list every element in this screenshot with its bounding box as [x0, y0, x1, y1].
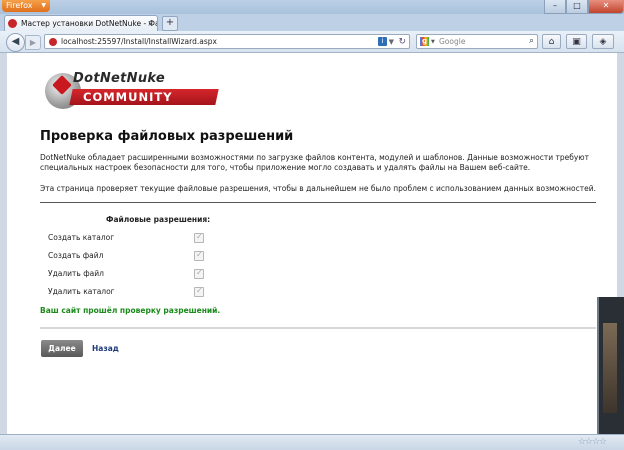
divider	[40, 202, 596, 203]
search-engine-dropdown-icon[interactable]: ▼	[431, 35, 435, 49]
maximize-icon[interactable]: □	[566, 0, 588, 14]
wizard-content: Проверка файловых разрешений DotNetNuke …	[40, 129, 598, 357]
dnn-favicon-icon	[8, 19, 17, 28]
new-tab-button[interactable]: +	[162, 16, 178, 31]
close-tab-icon[interactable]: ×	[147, 16, 154, 31]
tab-strip: Мастер установки DotNetNuke - Файл… × +	[0, 14, 624, 31]
feed-button[interactable]: ▣	[566, 34, 587, 49]
side-window-thumbnail	[597, 297, 624, 437]
permission-label: Удалить каталог	[48, 287, 115, 296]
firefox-menu-button[interactable]: Firefox ▼	[2, 0, 50, 12]
logo-wordmark: DotNetNuke	[73, 71, 165, 86]
window-titlebar: Firefox ▼ – □ ✕	[0, 0, 624, 14]
addon-button[interactable]: ◈	[592, 34, 614, 49]
permission-checkbox	[194, 231, 204, 243]
back-button[interactable]: ◀	[6, 33, 25, 52]
site-identity-icon[interactable]	[49, 38, 57, 46]
page-viewport: DotNetNuke COMMUNITY Проверка файловых р…	[7, 53, 617, 434]
url-text[interactable]: localhost:25597/Install/InstallWizard.as…	[61, 35, 217, 49]
tab-title: Мастер установки DotNetNuke - Файл…	[21, 19, 157, 28]
close-window-icon[interactable]: ✕	[588, 0, 624, 14]
dotnetnuke-logo: DotNetNuke COMMUNITY	[45, 69, 219, 113]
permissions-heading: Файловые разрешения:	[106, 215, 211, 224]
permission-label: Создать каталог	[48, 233, 115, 242]
address-bar[interactable]: localhost:25597/Install/InstallWizard.as…	[44, 34, 410, 49]
firefox-menu-label: Firefox	[6, 1, 33, 10]
search-icon[interactable]: ⌕	[529, 35, 534, 48]
permission-checkbox	[194, 249, 204, 261]
next-button[interactable]: Далее	[41, 340, 83, 357]
home-button[interactable]: ⌂	[542, 34, 561, 49]
status-bar: ☆☆☆☆	[0, 434, 624, 450]
permission-label: Создать файл	[48, 251, 104, 260]
permission-checkbox	[194, 267, 204, 279]
window-controls: – □ ✕	[544, 0, 624, 14]
google-icon[interactable]: g	[420, 37, 429, 46]
back-link[interactable]: Назад	[92, 344, 119, 353]
search-box[interactable]: g ▼ Google ⌕	[416, 34, 538, 49]
navigation-toolbar: ◀ ▶ localhost:25597/Install/InstallWizar…	[0, 31, 624, 53]
reload-icon[interactable]: ↻	[398, 35, 406, 49]
intro-paragraph: DotNetNuke обладает расширенными возможн…	[40, 153, 589, 172]
history-dropdown-icon[interactable]: ▼	[389, 35, 394, 49]
tab-install-wizard[interactable]: Мастер установки DotNetNuke - Файл… ×	[4, 15, 158, 31]
permission-row: Удалить файл	[48, 267, 204, 280]
logo-community-text: COMMUNITY	[83, 90, 173, 104]
success-message: Ваш сайт прошёл проверку разрешений.	[40, 306, 221, 315]
status-addon-icon: ☆☆☆☆	[577, 437, 607, 447]
permission-checkbox	[194, 285, 204, 297]
info-icon[interactable]: i	[378, 37, 387, 46]
permission-row: Создать каталог	[48, 231, 204, 244]
page-title: Проверка файловых разрешений	[40, 129, 294, 144]
permission-row: Создать файл	[48, 249, 204, 262]
divider	[40, 327, 596, 329]
chevron-down-icon: ▼	[41, 2, 46, 9]
minimize-icon[interactable]: –	[544, 0, 566, 14]
permission-label: Удалить файл	[48, 269, 104, 278]
check-description: Эта страница проверяет текущие файловые …	[40, 184, 596, 193]
permission-row: Удалить каталог	[48, 285, 204, 298]
search-input[interactable]: Google	[439, 35, 465, 49]
forward-button[interactable]: ▶	[25, 35, 41, 50]
